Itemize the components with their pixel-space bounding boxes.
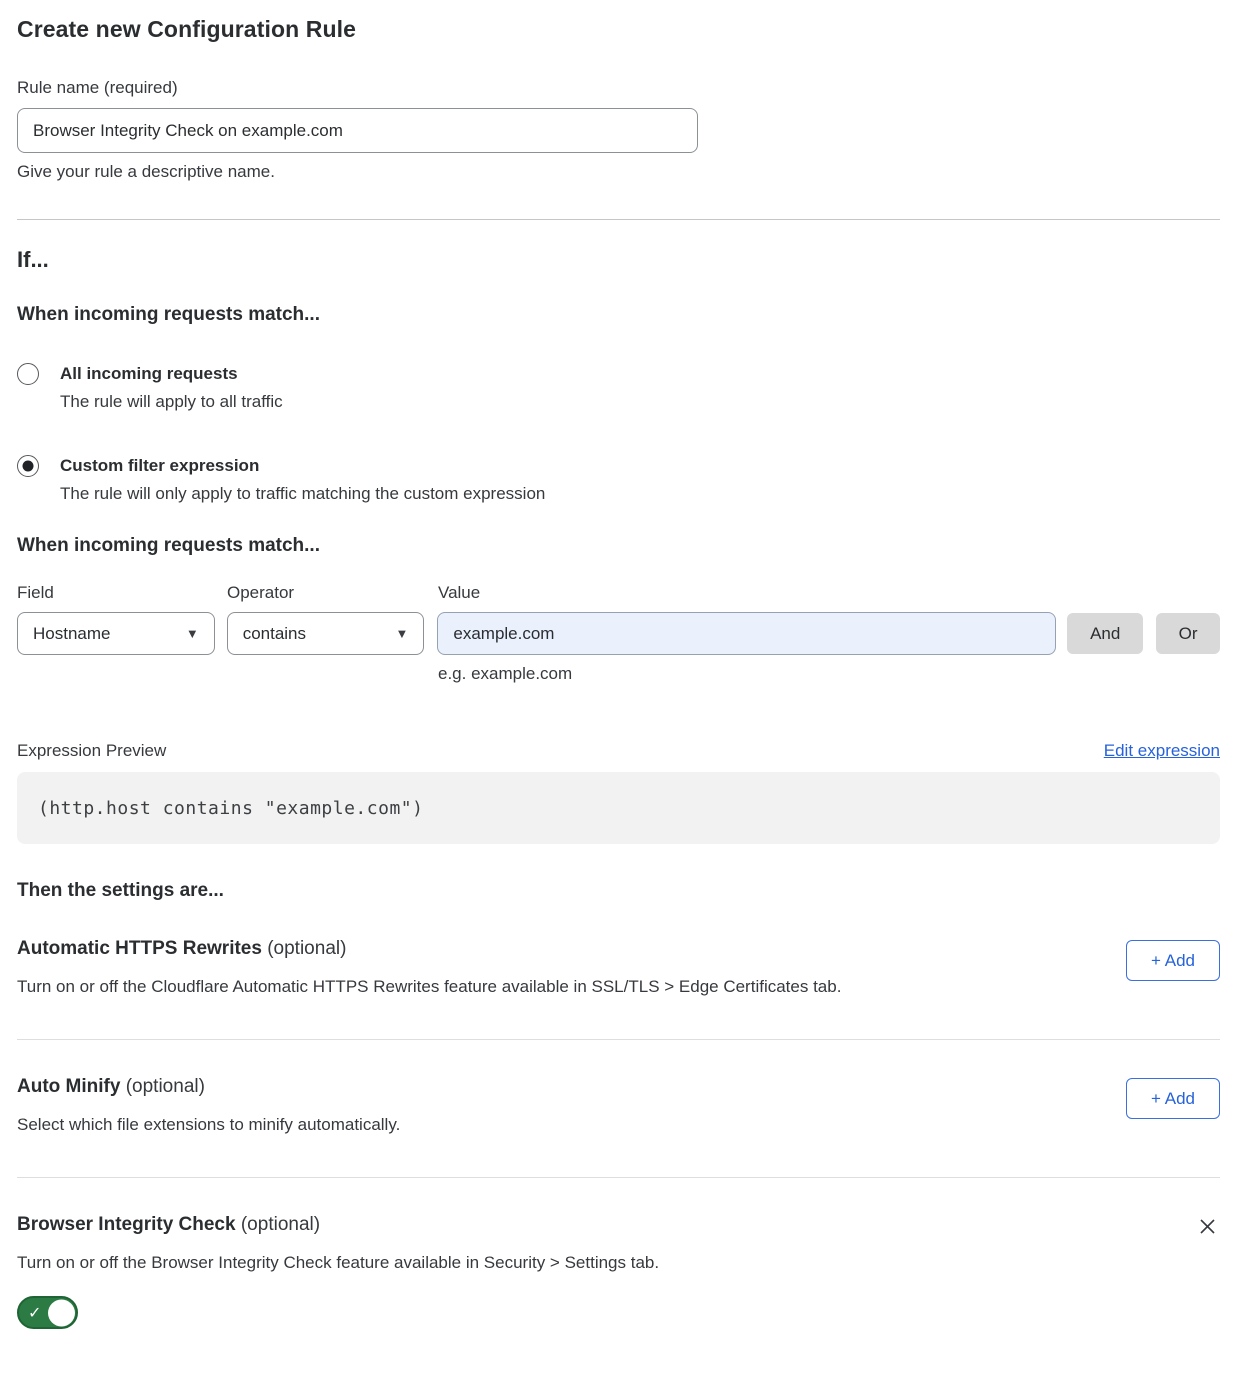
setting-row-auto-minify: Auto Minify (optional) Select which file… (17, 1076, 1220, 1135)
and-button[interactable]: And (1067, 613, 1143, 654)
toggle-knob[interactable] (48, 1299, 75, 1326)
add-automatic-https-rewrites-button[interactable]: + Add (1126, 940, 1220, 981)
close-icon (1197, 1216, 1218, 1237)
rule-name-label: Rule name (required) (17, 78, 1220, 98)
radio-description: The rule will apply to all traffic (60, 392, 283, 412)
radio-option-custom-filter[interactable]: Custom filter expression The rule will o… (17, 455, 1220, 504)
setting-optional-tag: (optional) (126, 1076, 205, 1097)
chevron-down-icon: ▼ (396, 626, 409, 641)
setting-title: Automatic HTTPS Rewrites (optional) (17, 938, 841, 960)
builder-heading: When incoming requests match... (17, 535, 1220, 557)
field-select-value: Hostname (33, 624, 110, 644)
expression-preview-label: Expression Preview (17, 741, 166, 761)
page-title: Create new Configuration Rule (17, 16, 1220, 43)
setting-description: Select which file extensions to minify a… (17, 1115, 400, 1135)
setting-row-browser-integrity-check: Browser Integrity Check (optional) Turn … (17, 1214, 1220, 1334)
operator-column-label: Operator (227, 583, 425, 603)
value-hint: e.g. example.com (438, 664, 1220, 684)
chevron-down-icon: ▼ (186, 626, 199, 641)
operator-select[interactable]: contains ▼ (227, 612, 425, 655)
match-heading: When incoming requests match... (17, 304, 1220, 326)
remove-setting-button[interactable] (1195, 1214, 1220, 1239)
section-divider (17, 219, 1220, 220)
builder-column-labels: Field Operator Value (17, 583, 1220, 603)
then-settings-heading: Then the settings are... (17, 880, 1220, 902)
expression-builder-row: Hostname ▼ contains ▼ And Or (17, 612, 1220, 655)
setting-row-automatic-https-rewrites: Automatic HTTPS Rewrites (optional) Turn… (17, 938, 1220, 997)
expression-preview-code: (http.host contains "example.com") (17, 772, 1220, 844)
setting-name: Automatic HTTPS Rewrites (17, 938, 262, 959)
value-input[interactable] (437, 612, 1056, 655)
section-divider (17, 1039, 1220, 1040)
setting-title: Auto Minify (optional) (17, 1076, 400, 1098)
rule-name-help: Give your rule a descriptive name. (17, 162, 1220, 182)
radio-button-selected[interactable] (17, 455, 39, 477)
setting-name: Browser Integrity Check (17, 1214, 236, 1235)
edit-expression-link[interactable]: Edit expression (1104, 741, 1220, 761)
setting-description: Turn on or off the Browser Integrity Che… (17, 1253, 659, 1273)
radio-label: Custom filter expression (60, 455, 545, 477)
setting-title: Browser Integrity Check (optional) (17, 1214, 659, 1236)
radio-option-all-requests[interactable]: All incoming requests The rule will appl… (17, 363, 1220, 412)
radio-label: All incoming requests (60, 363, 283, 385)
operator-select-value: contains (243, 624, 306, 644)
setting-description: Turn on or off the Cloudflare Automatic … (17, 977, 841, 997)
section-divider (17, 1177, 1220, 1178)
field-column-label: Field (17, 583, 215, 603)
expression-preview-header: Expression Preview Edit expression (17, 741, 1220, 761)
or-button[interactable]: Or (1156, 613, 1220, 654)
setting-optional-tag: (optional) (267, 938, 346, 959)
radio-button-unselected[interactable] (17, 363, 39, 385)
setting-optional-tag: (optional) (241, 1214, 320, 1235)
field-select[interactable]: Hostname ▼ (17, 612, 215, 655)
setting-name: Auto Minify (17, 1076, 120, 1097)
create-configuration-rule-form: Create new Configuration Rule Rule name … (0, 0, 1237, 1364)
add-auto-minify-button[interactable]: + Add (1126, 1078, 1220, 1119)
rule-name-input[interactable] (17, 108, 698, 153)
browser-integrity-toggle[interactable]: ✓ (17, 1296, 78, 1329)
if-heading: If... (17, 247, 1220, 273)
value-column-label: Value (438, 583, 1058, 603)
checkmark-icon: ✓ (28, 1303, 41, 1323)
radio-description: The rule will only apply to traffic matc… (60, 484, 545, 504)
